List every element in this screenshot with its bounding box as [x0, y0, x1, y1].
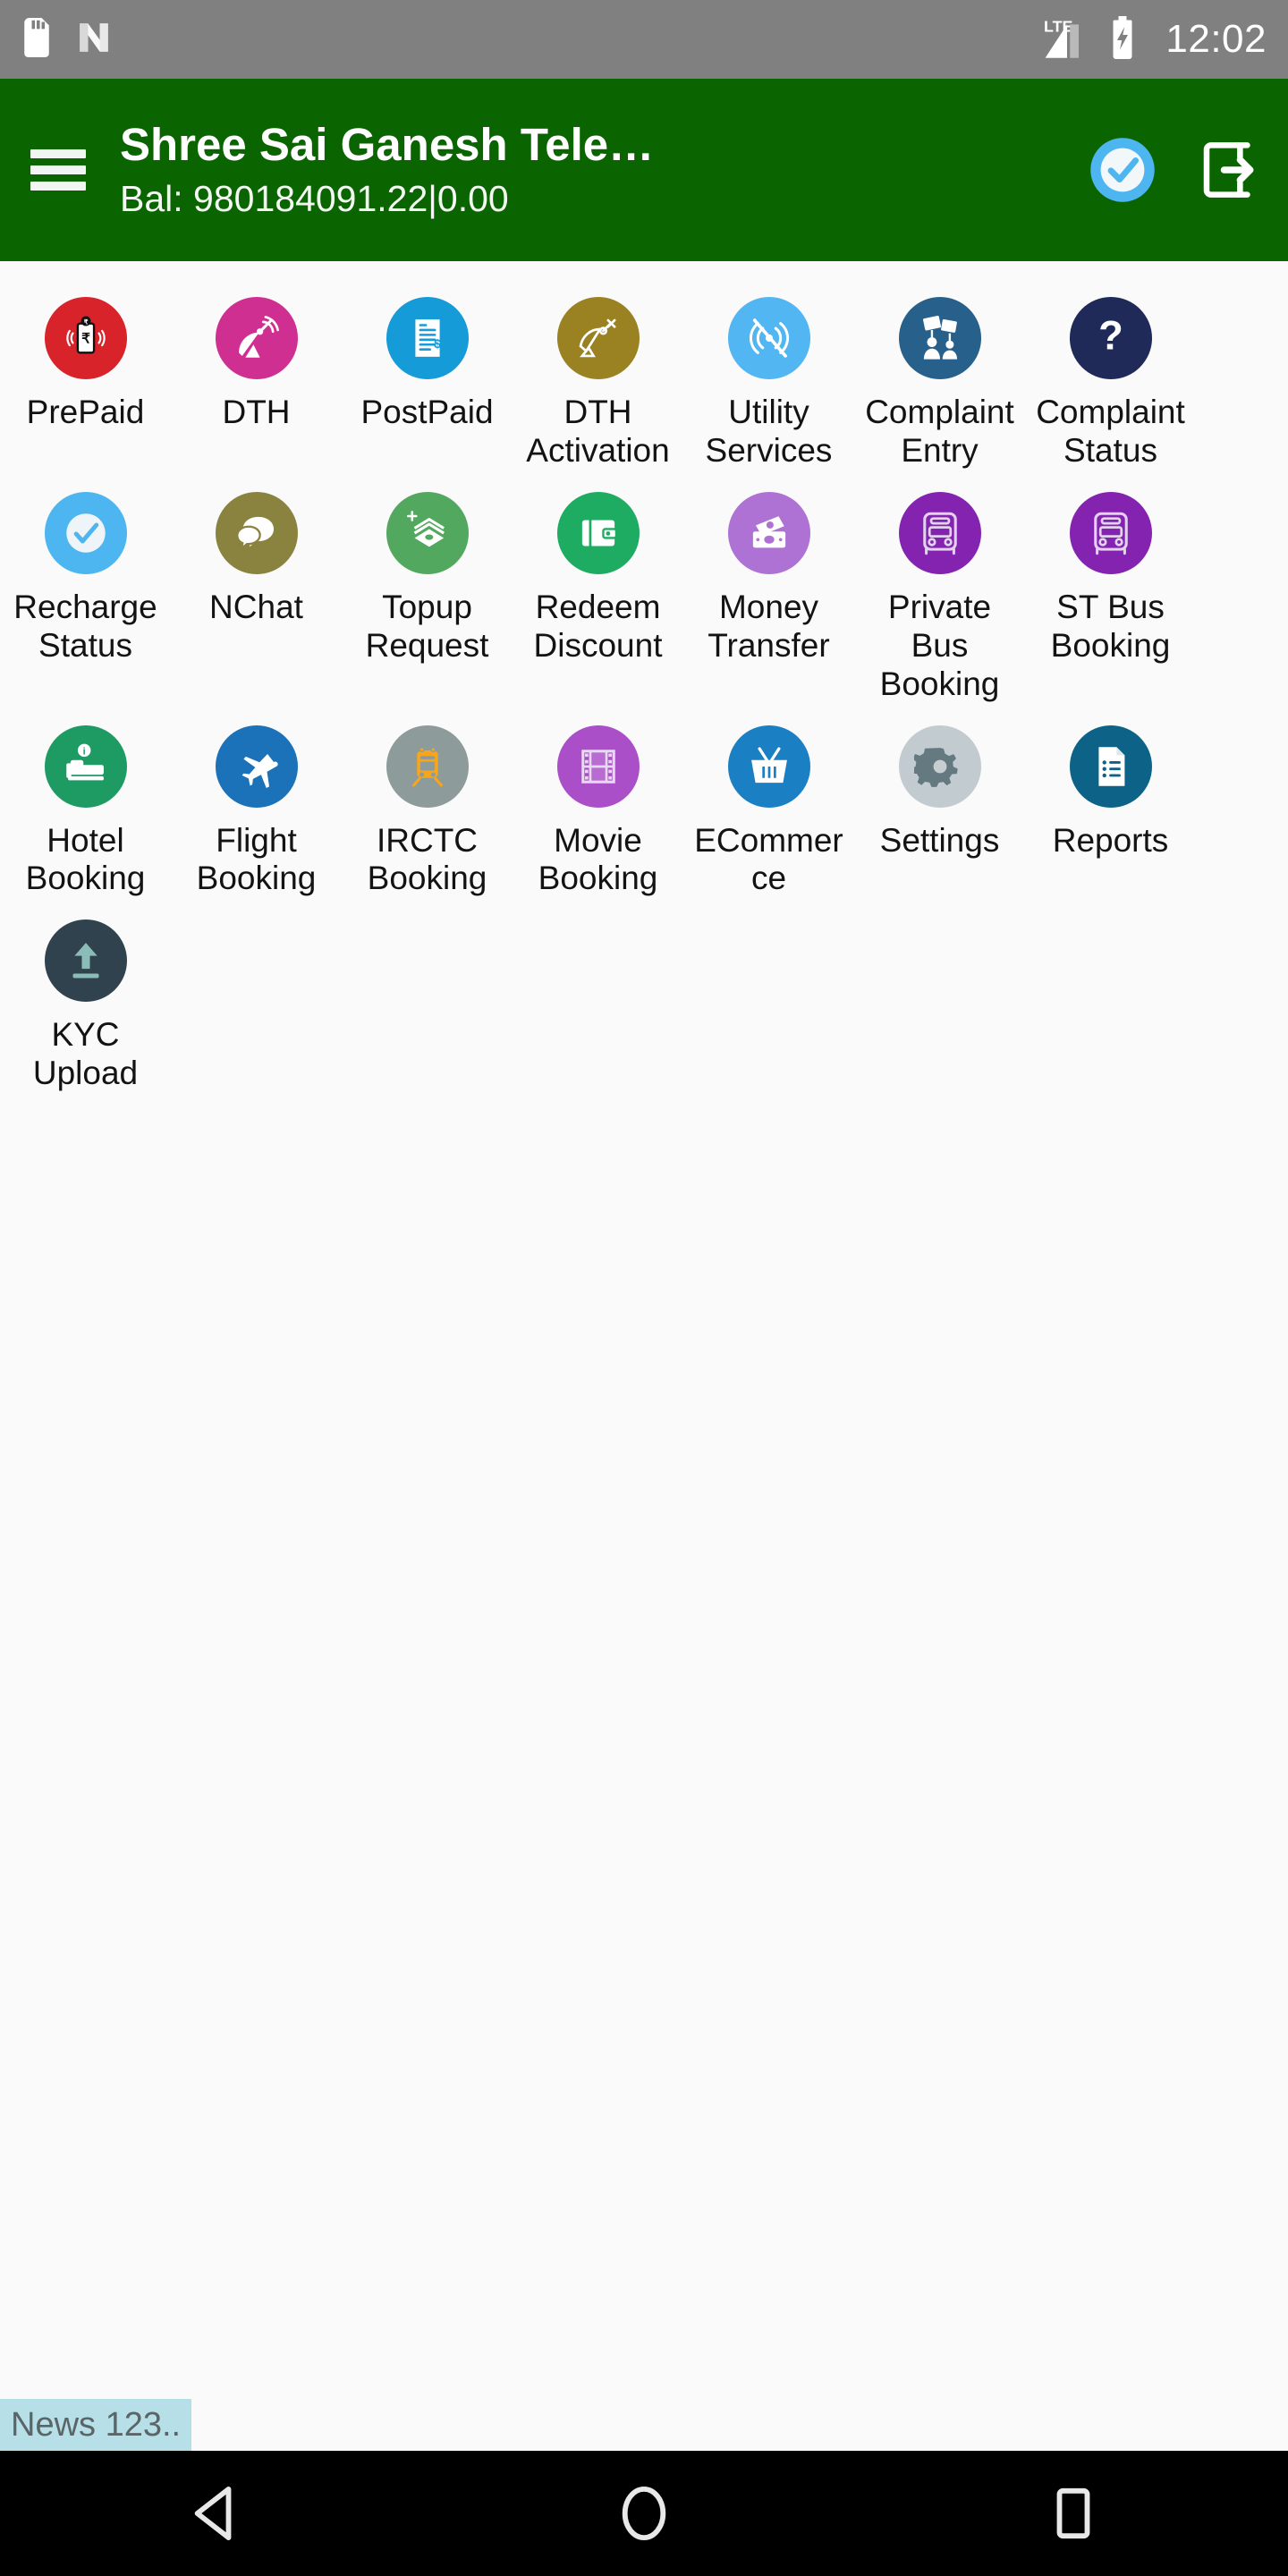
- grid-item-label: ST Bus Booking: [1050, 588, 1171, 664]
- grid-item-ecommerce[interactable]: ECommerce: [683, 713, 854, 908]
- hamburger-menu-icon[interactable]: [30, 149, 86, 191]
- grid-item-label: Redeem Discount: [533, 588, 663, 664]
- grid-item-label: Flight Booking: [196, 821, 317, 897]
- balance-text: Bal: 980184091.22|0.00: [120, 178, 509, 220]
- app-grid: ₹ ₹ PrePaid DTH $ PostPaid DTH Activation Utili…: [0, 261, 1288, 1103]
- app-bar-actions: [1088, 135, 1265, 205]
- grid-item-kyc-upload[interactable]: KYC Upload: [0, 907, 171, 1102]
- film-strip-icon: [556, 724, 640, 808]
- grid-item-label: IRCTC Booking: [367, 821, 487, 897]
- grid-item-settings[interactable]: Settings: [854, 713, 1025, 908]
- prepaid-mobile-icon: ₹ ₹: [44, 297, 127, 379]
- news-ticker-text: News 123..: [11, 2405, 182, 2444]
- app-bar: Shree Sai Ganesh Tele… Bal: 980184091.22…: [0, 79, 1288, 261]
- chat-bubbles-icon: [215, 491, 298, 574]
- grid-item-flight-booking[interactable]: Flight Booking: [171, 713, 342, 908]
- grid-item-dth[interactable]: DTH: [171, 284, 342, 479]
- grid-item-irctc-booking[interactable]: IRCTC Booking: [342, 713, 513, 908]
- protest-people-icon: [898, 297, 981, 379]
- grid-item-label: Settings: [879, 821, 1000, 859]
- circle-home-icon: [616, 2486, 672, 2541]
- back-button[interactable]: [161, 2460, 268, 2567]
- shopping-basket-icon: [727, 724, 810, 808]
- grid-item-label: ECommerce: [694, 821, 843, 897]
- grid-item-private-bus-booking[interactable]: Private Bus Booking: [854, 479, 1025, 713]
- svg-text:LTE: LTE: [1044, 17, 1072, 35]
- recharge-status-icon[interactable]: [1088, 135, 1157, 205]
- grid-item-label: PrePaid: [26, 394, 145, 430]
- grid-item-movie-booking[interactable]: Movie Booking: [513, 713, 683, 908]
- status-bar-right-icons: LTE 12:02: [1042, 14, 1267, 65]
- sd-card-icon: [21, 17, 52, 62]
- hotel-bed-icon: i: [44, 724, 127, 808]
- money-transfer-icon: [727, 491, 810, 574]
- airplane-icon: [215, 724, 298, 808]
- status-bar-clock: 12:02: [1165, 17, 1267, 61]
- grid-item-hotel-booking[interactable]: i Hotel Booking: [0, 713, 171, 908]
- grid-item-recharge-status[interactable]: Recharge Status: [0, 479, 171, 713]
- grid-item-label: PostPaid: [360, 394, 494, 430]
- grid-item-complaint-entry[interactable]: Complaint Entry: [854, 284, 1025, 479]
- grid-item-label: Complaint Entry: [865, 394, 1014, 469]
- home-button[interactable]: [590, 2460, 698, 2567]
- android-navigation-bar: [0, 2451, 1288, 2576]
- money-stack-plus-icon: [386, 491, 469, 574]
- grid-item-redeem-discount[interactable]: Redeem Discount: [513, 479, 683, 713]
- invoice-bill-icon: $: [386, 297, 469, 379]
- svg-text:$: $: [434, 337, 441, 351]
- grid-item-label: KYC Upload: [32, 1016, 139, 1092]
- grid-item-postpaid[interactable]: $ PostPaid: [342, 284, 513, 479]
- grid-item-label: Complaint Status: [1036, 394, 1185, 469]
- question-mark-icon: ?: [1069, 297, 1152, 379]
- android-nougat-icon: [75, 19, 113, 61]
- gear-icon: [898, 724, 981, 808]
- satellite-dish-icon: [215, 297, 298, 379]
- wallet-icon: [556, 491, 640, 574]
- grid-item-label: Utility Services: [705, 394, 833, 469]
- bus-icon: [898, 491, 981, 574]
- grid-item-prepaid[interactable]: ₹ ₹ PrePaid: [0, 284, 171, 479]
- status-bar: LTE 12:02: [0, 0, 1288, 79]
- app-bar-title-block: Shree Sai Ganesh Tele… Bal: 980184091.22…: [120, 118, 1073, 221]
- lte-signal-icon: LTE: [1042, 14, 1092, 65]
- grid-item-label: DTH Activation: [526, 394, 670, 469]
- grid-item-nchat[interactable]: NChat: [171, 479, 342, 713]
- grid-item-reports[interactable]: Reports: [1025, 713, 1196, 908]
- grid-item-label: Reports: [1052, 821, 1169, 859]
- svg-text:?: ?: [1098, 313, 1123, 359]
- grid-item-label: Private Bus Booking: [879, 588, 1000, 702]
- grid-item-label: Movie Booking: [538, 821, 658, 897]
- bus-icon: [1069, 491, 1152, 574]
- news-ticker[interactable]: News 123..: [0, 2399, 192, 2451]
- recents-button[interactable]: [1020, 2460, 1127, 2567]
- grid-item-label: Money Transfer: [708, 588, 830, 664]
- grid-item-complaint-status[interactable]: ? Complaint Status: [1025, 284, 1196, 479]
- grid-item-topup-request[interactable]: Topup Request: [342, 479, 513, 713]
- check-circle-icon: [44, 491, 127, 574]
- grid-item-label: Topup Request: [365, 588, 489, 664]
- report-document-icon: [1069, 724, 1152, 808]
- page-title: Shree Sai Ganesh Tele…: [120, 119, 655, 171]
- grid-item-label: Recharge Status: [13, 588, 157, 664]
- svg-text:₹: ₹: [81, 331, 90, 346]
- square-recents-icon: [1048, 2486, 1098, 2541]
- grid-item-dth-activation[interactable]: DTH Activation: [513, 284, 683, 479]
- upload-arrow-icon: [44, 919, 127, 1003]
- svg-text:i: i: [82, 746, 85, 757]
- train-icon: [386, 724, 469, 808]
- svg-text:₹: ₹: [83, 318, 88, 326]
- grid-item-label: Hotel Booking: [25, 821, 146, 897]
- status-bar-left-icons: [21, 17, 113, 62]
- triangle-back-icon: [190, 2486, 240, 2541]
- grid-item-label: DTH: [222, 394, 291, 430]
- utility-signal-off-icon: [727, 297, 810, 379]
- logout-icon[interactable]: [1195, 135, 1265, 205]
- grid-item-utility-services[interactable]: Utility Services: [683, 284, 854, 479]
- grid-item-label: NChat: [209, 588, 303, 625]
- dth-activation-icon: [556, 297, 640, 379]
- grid-item-st-bus-booking[interactable]: ST Bus Booking: [1025, 479, 1196, 713]
- battery-charging-icon: [1110, 15, 1135, 64]
- grid-item-money-transfer[interactable]: Money Transfer: [683, 479, 854, 713]
